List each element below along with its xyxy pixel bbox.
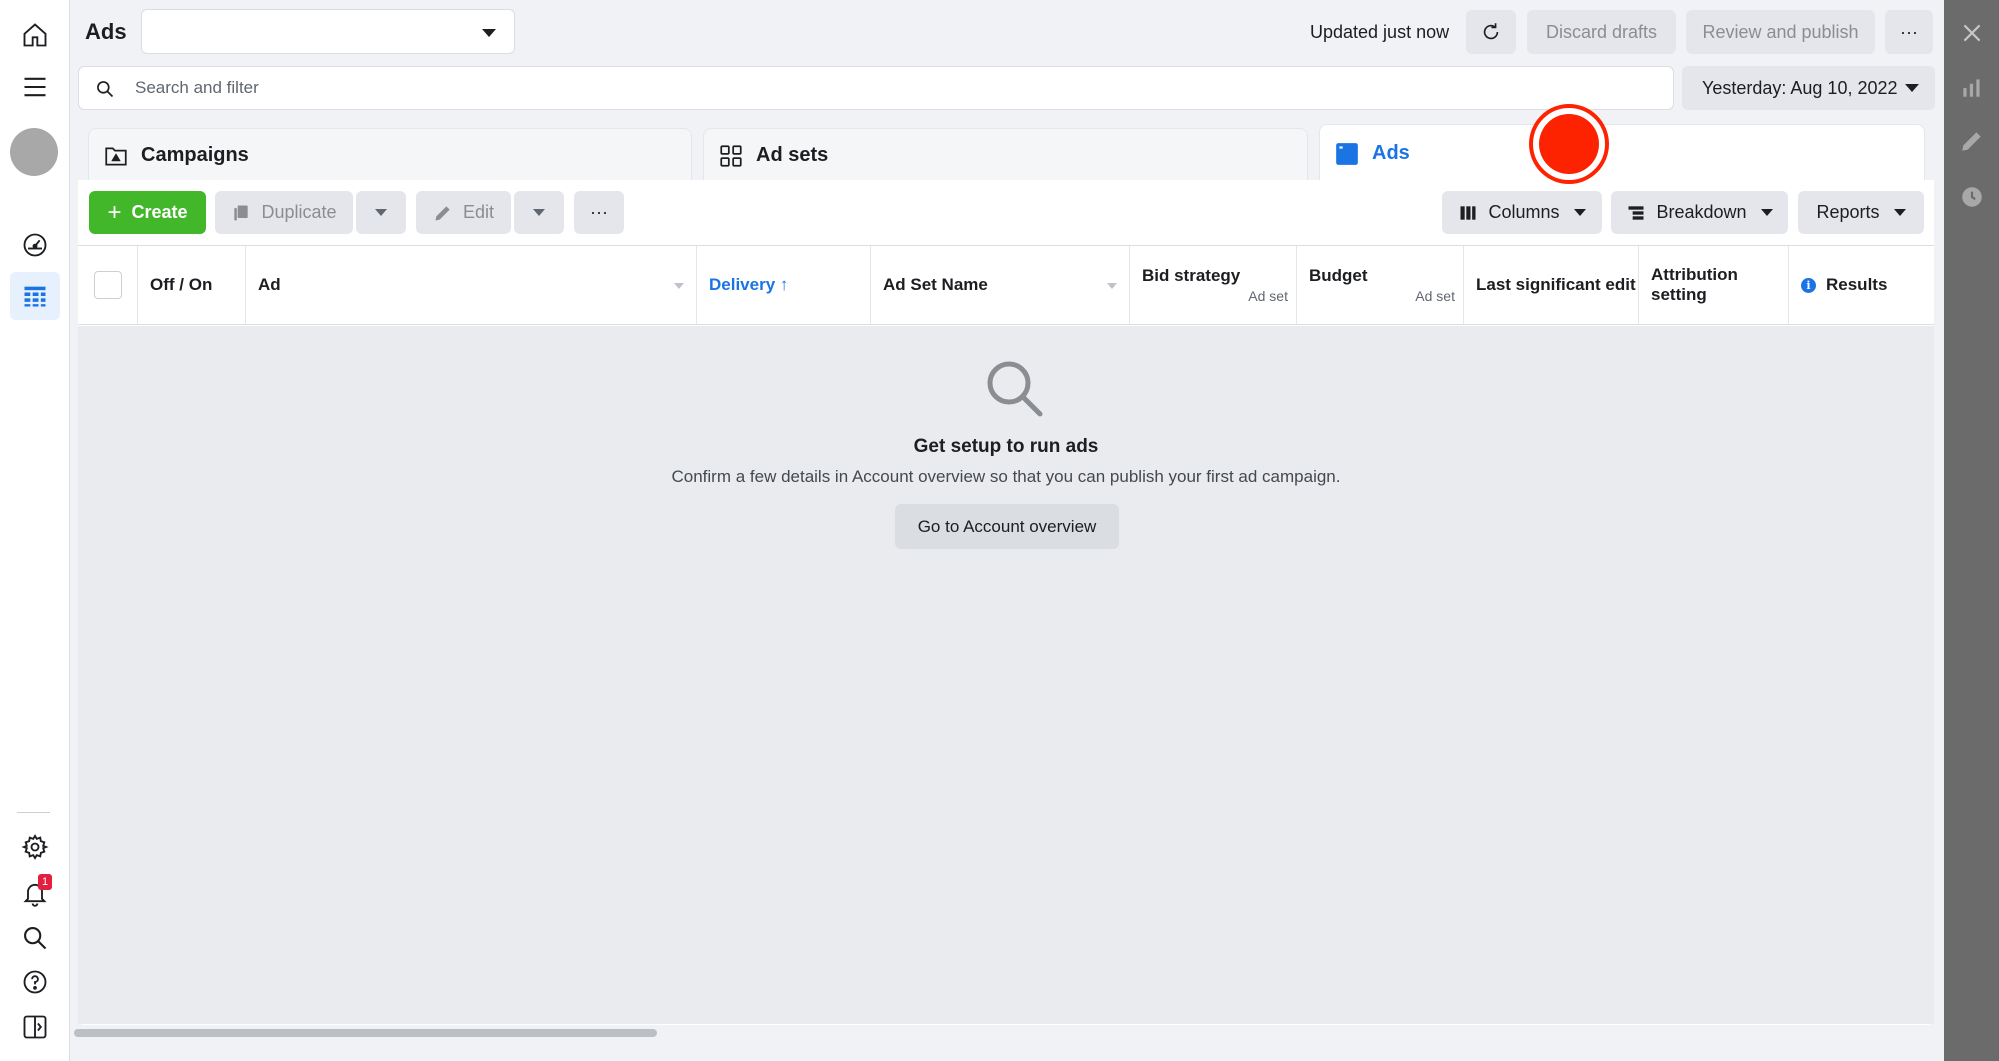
breakdown-button-label: Breakdown [1656,202,1747,222]
pencil-icon [435,205,450,220]
breakdown-icon [1628,205,1644,220]
column-header-results[interactable]: i Results [1789,246,1934,324]
column-header-last-significant-edit[interactable]: Last significant edit [1464,246,1639,324]
tab-campaigns[interactable]: Campaigns [88,128,692,182]
column-header-bid-strategy-sub: Ad set [1248,288,1288,304]
campaign-folder-icon [105,147,127,166]
breakdown-button[interactable]: Breakdown [1611,191,1788,234]
column-header-budget-sub: Ad set [1415,288,1455,304]
sort-caret-icon [674,283,684,289]
duplicate-icon [234,205,249,220]
bar-chart-icon[interactable] [1959,74,1985,100]
recording-indicator [1529,104,1609,184]
column-header-attribution-setting[interactable]: Attribution setting [1639,246,1789,324]
account-selector[interactable] [141,9,515,54]
page-title: Ads [85,19,127,44]
go-to-account-overview-button[interactable]: Go to Account overview [895,504,1119,549]
column-header-results-label: Results [1826,275,1888,294]
menu-icon[interactable] [10,63,60,111]
info-icon[interactable]: i [1801,277,1816,293]
date-range-picker[interactable]: Yesterday: Aug 10, 2022 [1682,66,1935,110]
create-button[interactable]: + Create [89,191,206,234]
notification-badge: 1 [38,874,52,890]
empty-state-text: Confirm a few details in Account overvie… [671,467,1341,486]
ad-sets-grid-icon [720,144,742,167]
ads-window-icon [1336,142,1358,165]
settings-gear-icon[interactable] [10,823,60,871]
tab-ad-sets[interactable]: Ad sets [703,128,1308,182]
ads-manager-main: Ads Updated just now Discard drafts Revi… [70,0,1944,1061]
column-header-off-on[interactable]: Off / On [138,246,246,324]
tab-ads[interactable]: Ads [1319,124,1925,182]
chevron-down-icon [482,29,496,37]
right-side-panel [1944,0,1999,1061]
plus-icon: + [107,198,122,226]
search-icon [97,81,114,98]
dashboard-gauge-icon[interactable] [10,221,60,269]
chevron-down-icon [1573,209,1586,216]
duplicate-dropdown-button[interactable] [356,191,406,234]
column-header-delivery[interactable]: Delivery ↑ [697,246,871,324]
select-all-checkbox[interactable] [94,271,122,299]
reports-button-label: Reports [1816,202,1880,222]
chevron-down-icon [375,209,387,216]
home-icon[interactable] [10,11,60,59]
clock-icon[interactable] [1959,184,1985,210]
edit-dropdown-button[interactable] [514,191,564,234]
horizontal-scrollbar[interactable] [74,1029,657,1037]
tab-campaigns-label: Campaigns [141,144,249,166]
chevron-down-icon [1905,84,1919,92]
sort-caret-icon [1107,283,1117,289]
date-range-label: Yesterday: Aug 10, 2022 [1702,77,1898,98]
chevron-down-icon [1760,209,1773,216]
search-filter-bar [78,66,1674,110]
columns-icon [1460,205,1476,220]
column-header-budget-label: Budget [1309,266,1368,285]
avatar[interactable] [10,128,58,176]
search-icon[interactable] [10,914,60,962]
pencil-icon[interactable] [1959,128,1985,154]
column-header-ad-set-name-label: Ad Set Name [883,275,988,294]
columns-button-label: Columns [1488,202,1560,222]
notifications-bell-icon[interactable] [10,869,60,917]
discard-drafts-button[interactable]: Discard drafts [1527,10,1676,54]
refresh-icon [1483,23,1499,40]
column-header-ad[interactable]: Ad [246,246,697,324]
chevron-down-icon [533,209,545,216]
empty-state-title: Get setup to run ads [913,436,1099,457]
tab-ads-label: Ads [1372,142,1410,164]
magnifier-icon [987,361,1043,417]
table-body: Get setup to run ads Confirm a few detai… [78,326,1934,1024]
duplicate-button[interactable]: Duplicate [215,191,353,234]
toolbar-more-button[interactable]: ··· [574,191,624,234]
review-and-publish-button[interactable]: Review and publish [1686,10,1875,54]
rail-divider [17,812,50,813]
reports-button[interactable]: Reports [1798,191,1924,234]
close-icon[interactable] [1959,20,1985,46]
more-options-button[interactable]: ··· [1885,10,1933,54]
table-header: Off / On Ad Delivery ↑ Ad Set Name Bid s… [78,245,1934,325]
column-header-ad-label: Ad [258,275,281,294]
column-select-all [78,246,138,324]
create-button-label: Create [131,202,188,222]
ads-manager-table-icon[interactable] [10,272,60,320]
edit-button-label: Edit [462,202,495,222]
help-icon[interactable] [10,958,60,1006]
left-navigation-rail: 1 [0,0,70,1061]
update-status: Updated just now [1310,22,1450,42]
column-header-budget[interactable]: Budget Ad set [1297,246,1464,324]
duplicate-button-label: Duplicate [261,202,337,222]
toggle-panel-icon[interactable] [10,1003,60,1051]
search-input[interactable] [135,67,1635,109]
columns-button[interactable]: Columns [1442,191,1602,234]
tab-ad-sets-label: Ad sets [756,144,829,166]
column-header-bid-strategy-label: Bid strategy [1142,266,1241,285]
column-header-ad-set-name[interactable]: Ad Set Name [871,246,1130,324]
edit-button[interactable]: Edit [416,191,511,234]
chevron-down-icon [1893,209,1906,216]
column-header-bid-strategy[interactable]: Bid strategy Ad set [1130,246,1297,324]
refresh-button[interactable] [1466,10,1516,54]
